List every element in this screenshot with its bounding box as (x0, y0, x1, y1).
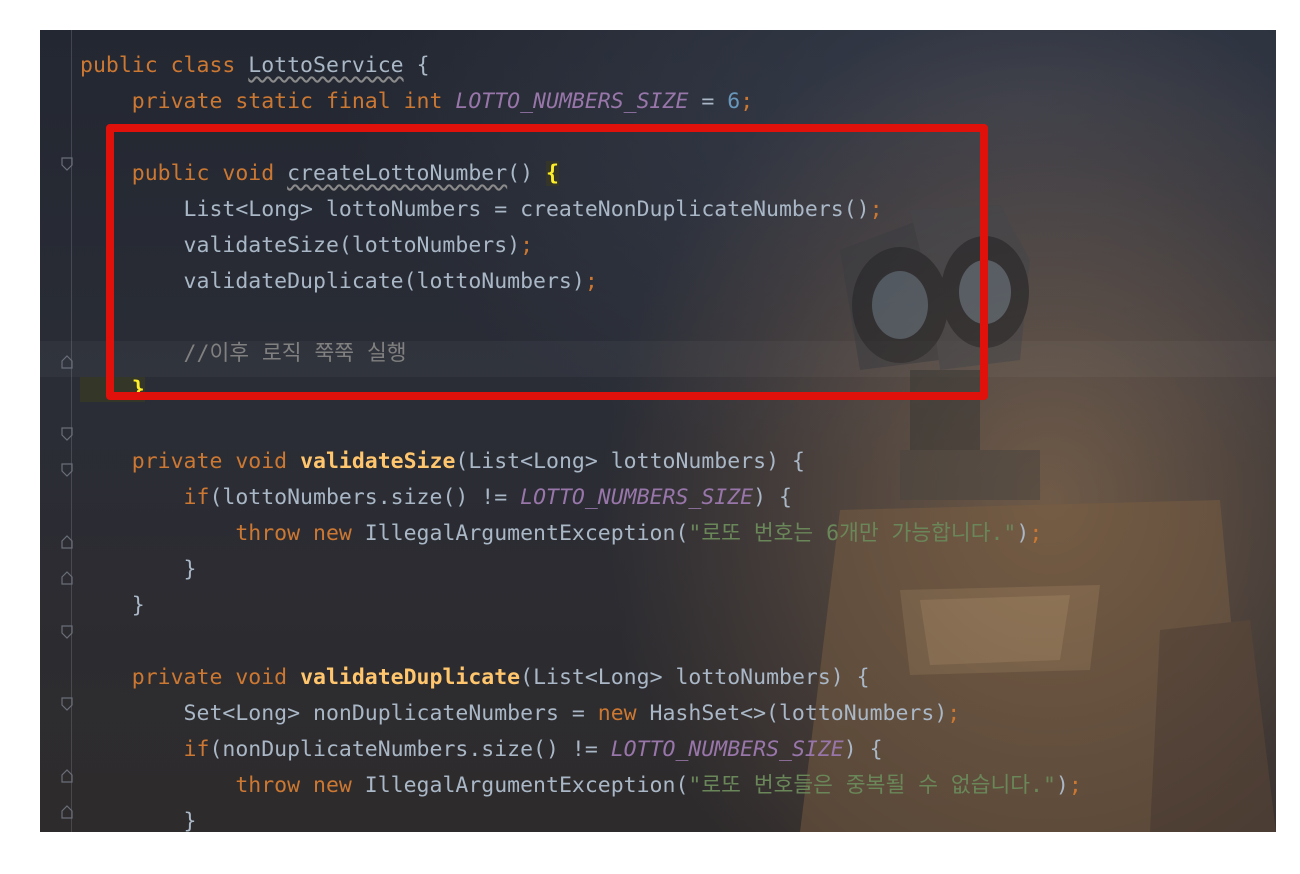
code-line[interactable]: private void validateSize(List<Long> lot… (80, 444, 1082, 480)
code-token: validateDuplicate (300, 665, 521, 690)
code-token: } (80, 593, 145, 618)
code-token: LOTTO_NUMBERS_SIZE (520, 485, 754, 510)
code-line[interactable]: throw new IllegalArgumentException("로또 번… (80, 516, 1082, 552)
code-token: (nonDuplicateNumbers.size() != (209, 737, 611, 762)
code-editor[interactable]: public class LottoService { private stat… (40, 30, 1276, 832)
code-token: IllegalArgumentException( (364, 773, 689, 798)
code-token: ; (740, 89, 754, 114)
code-token: (List<Long> lottoNumbers) { (520, 665, 870, 690)
code-token: public class (80, 53, 249, 78)
code-line[interactable]: if(lottoNumbers.size() != LOTTO_NUMBERS_… (80, 480, 1082, 516)
code-token: LOTTO_NUMBERS_SIZE (610, 737, 844, 762)
fold-end-marker-icon[interactable] (61, 768, 73, 783)
code-token: 6 (727, 89, 741, 114)
code-line[interactable] (80, 624, 1082, 660)
fold-end-marker-icon[interactable] (61, 570, 73, 585)
code-token: ; (1068, 773, 1082, 798)
code-token: LOTTO_NUMBERS_SIZE (455, 89, 689, 114)
code-line[interactable]: public class LottoService { (80, 48, 1082, 84)
code-token: (List<Long> lottoNumbers) { (455, 449, 805, 474)
code-token: (lottoNumbers.size() != (209, 485, 521, 510)
red-highlight-annotation-box (106, 124, 988, 400)
code-line[interactable] (80, 408, 1082, 444)
code-token: "로또 번호들은 중복될 수 없습니다." (688, 773, 1056, 798)
code-token: IllegalArgumentException( (364, 521, 689, 546)
code-token: if (80, 485, 210, 510)
code-token: throw new (80, 521, 365, 546)
code-line[interactable]: throw new IllegalArgumentException("로또 번… (80, 768, 1082, 804)
code-line[interactable]: Set<Long> nonDuplicateNumbers = new Hash… (80, 696, 1082, 732)
code-token: if (80, 737, 210, 762)
fold-end-marker-icon[interactable] (61, 534, 73, 549)
fold-marker-icon[interactable] (61, 696, 73, 711)
code-line[interactable]: private static final int LOTTO_NUMBERS_S… (80, 84, 1082, 120)
code-token: = (688, 89, 728, 114)
code-token: Set<Long> nonDuplicateNumbers = (80, 701, 598, 726)
fold-end-marker-icon[interactable] (61, 354, 73, 369)
fold-marker-icon[interactable] (61, 462, 73, 477)
code-token: private void (80, 665, 301, 690)
code-line[interactable]: if(nonDuplicateNumbers.size() != LOTTO_N… (80, 732, 1082, 768)
code-token: "로또 번호는 6개만 가능합니다." (688, 521, 1017, 546)
code-token: } (80, 809, 197, 832)
code-token: new (597, 701, 650, 726)
code-token: throw new (80, 773, 365, 798)
code-token: ; (947, 701, 961, 726)
fold-marker-icon[interactable] (61, 156, 73, 171)
code-line[interactable]: private void validateDuplicate(List<Long… (80, 660, 1082, 696)
code-token: validateSize (300, 449, 456, 474)
code-token: LottoService (248, 53, 404, 78)
code-line[interactable]: } (80, 804, 1082, 832)
code-token: ) { (843, 737, 883, 762)
code-token: private void (80, 449, 301, 474)
code-token: { (403, 53, 430, 78)
code-token: private static final int (80, 89, 456, 114)
fold-end-marker-icon[interactable] (61, 804, 73, 819)
code-line[interactable]: } (80, 588, 1082, 624)
code-token: HashSet<>(lottoNumbers) (649, 701, 948, 726)
editor-gutter (40, 30, 80, 832)
code-token: ) (1016, 521, 1030, 546)
code-token: ; (1029, 521, 1043, 546)
fold-marker-icon[interactable] (61, 426, 73, 441)
code-token: ) (1055, 773, 1069, 798)
code-line[interactable]: } (80, 552, 1082, 588)
code-token: ) { (753, 485, 792, 510)
fold-marker-icon[interactable] (61, 624, 73, 639)
code-token: } (80, 557, 197, 582)
